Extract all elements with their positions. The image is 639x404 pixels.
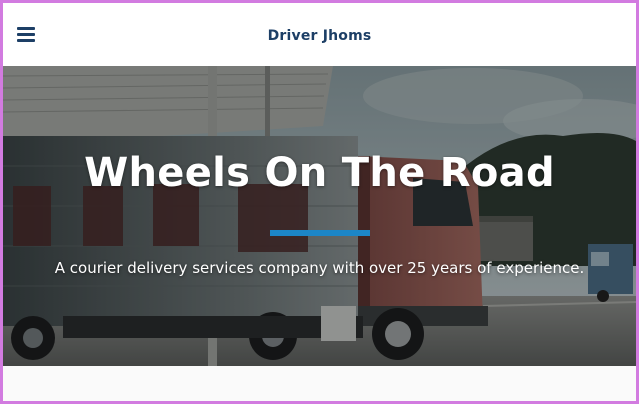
page-frame: Driver Jhoms Wheels On The Road A courie… <box>0 0 639 404</box>
content-section <box>3 366 636 401</box>
hero-accent-bar <box>270 230 370 236</box>
hero-title: Wheels On The Road <box>84 150 555 196</box>
top-navbar: Driver Jhoms <box>3 3 636 66</box>
hero-subtitle: A courier delivery services company with… <box>54 259 585 277</box>
hero-section: Wheels On The Road A courier delivery se… <box>3 66 636 366</box>
truck-background-image <box>3 66 636 366</box>
site-brand[interactable]: Driver Jhoms <box>3 28 636 44</box>
